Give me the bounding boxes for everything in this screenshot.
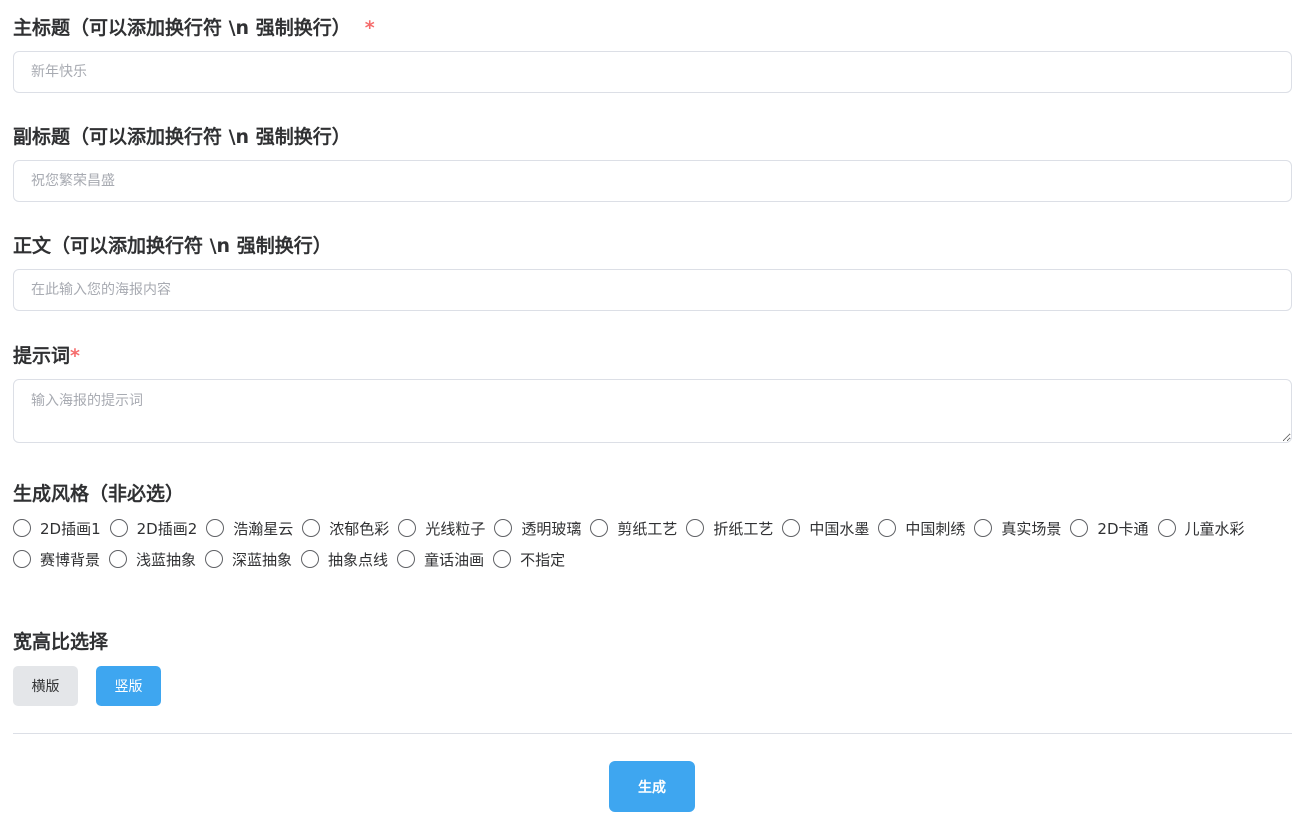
style-radio-row-2: 赛博背景 浅蓝抽象 深蓝抽象 抽象点线 童话油画 不指定 — [13, 548, 574, 570]
ratio-label: 宽高比选择 — [13, 631, 109, 653]
style-option[interactable]: 剪纸工艺 — [590, 518, 677, 539]
style-option-label: 深蓝抽象 — [232, 550, 293, 569]
style-option-label: 剪纸工艺 — [617, 519, 678, 538]
radio-circle-icon[interactable] — [302, 519, 321, 537]
style-option-label: 浩瀚星云 — [233, 519, 294, 538]
style-option[interactable]: 透明玻璃 — [494, 518, 581, 539]
style-option[interactable]: 中国刺绣 — [878, 518, 965, 539]
style-option[interactable]: 童话油画 — [397, 549, 484, 570]
radio-circle-icon[interactable] — [397, 550, 416, 568]
style-label: 生成风格（非必选） — [13, 483, 185, 505]
title-label-text: 主标题（可以添加换行符 \n 强制换行） — [13, 17, 351, 39]
style-option-label: 透明玻璃 — [521, 519, 582, 538]
body-input[interactable] — [13, 269, 1292, 311]
style-option[interactable]: 光线粒子 — [398, 518, 485, 539]
landscape-button[interactable]: 横版 — [13, 666, 78, 706]
style-option[interactable]: 浓郁色彩 — [302, 518, 389, 539]
style-option[interactable]: 儿童水彩 — [1157, 518, 1245, 539]
radio-circle-icon[interactable] — [493, 550, 512, 568]
title-input[interactable] — [13, 51, 1292, 93]
style-option-label: 光线粒子 — [425, 519, 486, 538]
radio-circle-icon[interactable] — [686, 519, 705, 537]
portrait-button[interactable]: 竖版 — [96, 666, 161, 706]
style-option-label: 2D卡通 — [1097, 519, 1149, 538]
radio-circle-icon[interactable] — [398, 519, 417, 537]
style-option-label: 中国刺绣 — [905, 519, 966, 538]
poster-form: 主标题（可以添加换行符 \n 强制换行） * 副标题（可以添加换行符 \n 强制换… — [0, 0, 1306, 831]
style-option-label: 中国水墨 — [809, 519, 870, 538]
radio-circle-icon[interactable] — [301, 550, 320, 568]
style-option-label: 2D插画2 — [136, 519, 198, 538]
radio-circle-icon[interactable] — [109, 550, 128, 568]
style-option[interactable]: 浩瀚星云 — [206, 518, 293, 539]
style-option-label: 不指定 — [520, 550, 566, 569]
radio-circle-icon[interactable] — [13, 550, 31, 568]
style-option[interactable]: 不指定 — [493, 549, 565, 570]
style-option[interactable]: 折纸工艺 — [686, 518, 773, 539]
title-label: 主标题（可以添加换行符 \n 强制换行） * — [13, 16, 375, 40]
radio-circle-icon[interactable] — [205, 550, 224, 568]
style-option[interactable]: 真实场景 — [974, 518, 1061, 539]
style-option[interactable]: 中国水墨 — [782, 518, 869, 539]
title-required-mark: * — [364, 17, 375, 39]
radio-circle-icon[interactable] — [109, 519, 128, 537]
style-option-label: 儿童水彩 — [1184, 519, 1245, 538]
subtitle-label: 副标题（可以添加换行符 \n 强制换行） — [13, 126, 351, 148]
style-option[interactable]: 2D插画1 — [13, 518, 101, 539]
radio-circle-icon[interactable] — [1070, 519, 1089, 537]
style-option-label: 2D插画1 — [40, 519, 101, 538]
prompt-label-text: 提示词 — [13, 345, 71, 367]
generate-button[interactable]: 生成 — [609, 761, 695, 812]
radio-circle-icon[interactable] — [974, 519, 993, 537]
style-option[interactable]: 2D插画2 — [109, 518, 198, 539]
style-option[interactable]: 抽象点线 — [301, 549, 388, 570]
radio-circle-icon[interactable] — [206, 519, 225, 537]
style-option-label: 童话油画 — [424, 550, 485, 569]
body-label: 正文（可以添加换行符 \n 强制换行） — [13, 235, 332, 257]
radio-circle-icon[interactable] — [494, 519, 513, 537]
style-option-label: 折纸工艺 — [713, 519, 774, 538]
style-option[interactable]: 深蓝抽象 — [205, 549, 292, 570]
style-option[interactable]: 浅蓝抽象 — [109, 549, 196, 570]
style-option-label: 浅蓝抽象 — [136, 550, 197, 569]
radio-circle-icon[interactable] — [590, 519, 609, 537]
style-option-label: 浓郁色彩 — [329, 519, 390, 538]
style-option[interactable]: 赛博背景 — [13, 549, 100, 570]
subtitle-input[interactable] — [13, 160, 1292, 202]
prompt-label: 提示词* — [13, 344, 80, 368]
style-option-label: 真实场景 — [1001, 519, 1062, 538]
radio-circle-icon[interactable] — [782, 519, 801, 537]
divider — [13, 733, 1292, 734]
style-option[interactable]: 2D卡通 — [1070, 518, 1149, 539]
style-radio-row-1: 2D插画1 2D插画2 浩瀚星云 浓郁色彩 光线粒子 透明玻璃 剪纸工艺 折纸工艺 中国水墨 中国… — [13, 517, 1254, 539]
radio-circle-icon[interactable] — [13, 519, 31, 537]
prompt-textarea[interactable] — [13, 379, 1292, 443]
prompt-required-mark: * — [70, 345, 80, 367]
style-option-label: 抽象点线 — [328, 550, 389, 569]
style-option-label: 赛博背景 — [40, 550, 101, 569]
radio-circle-icon[interactable] — [1157, 519, 1176, 537]
radio-circle-icon[interactable] — [878, 519, 897, 537]
